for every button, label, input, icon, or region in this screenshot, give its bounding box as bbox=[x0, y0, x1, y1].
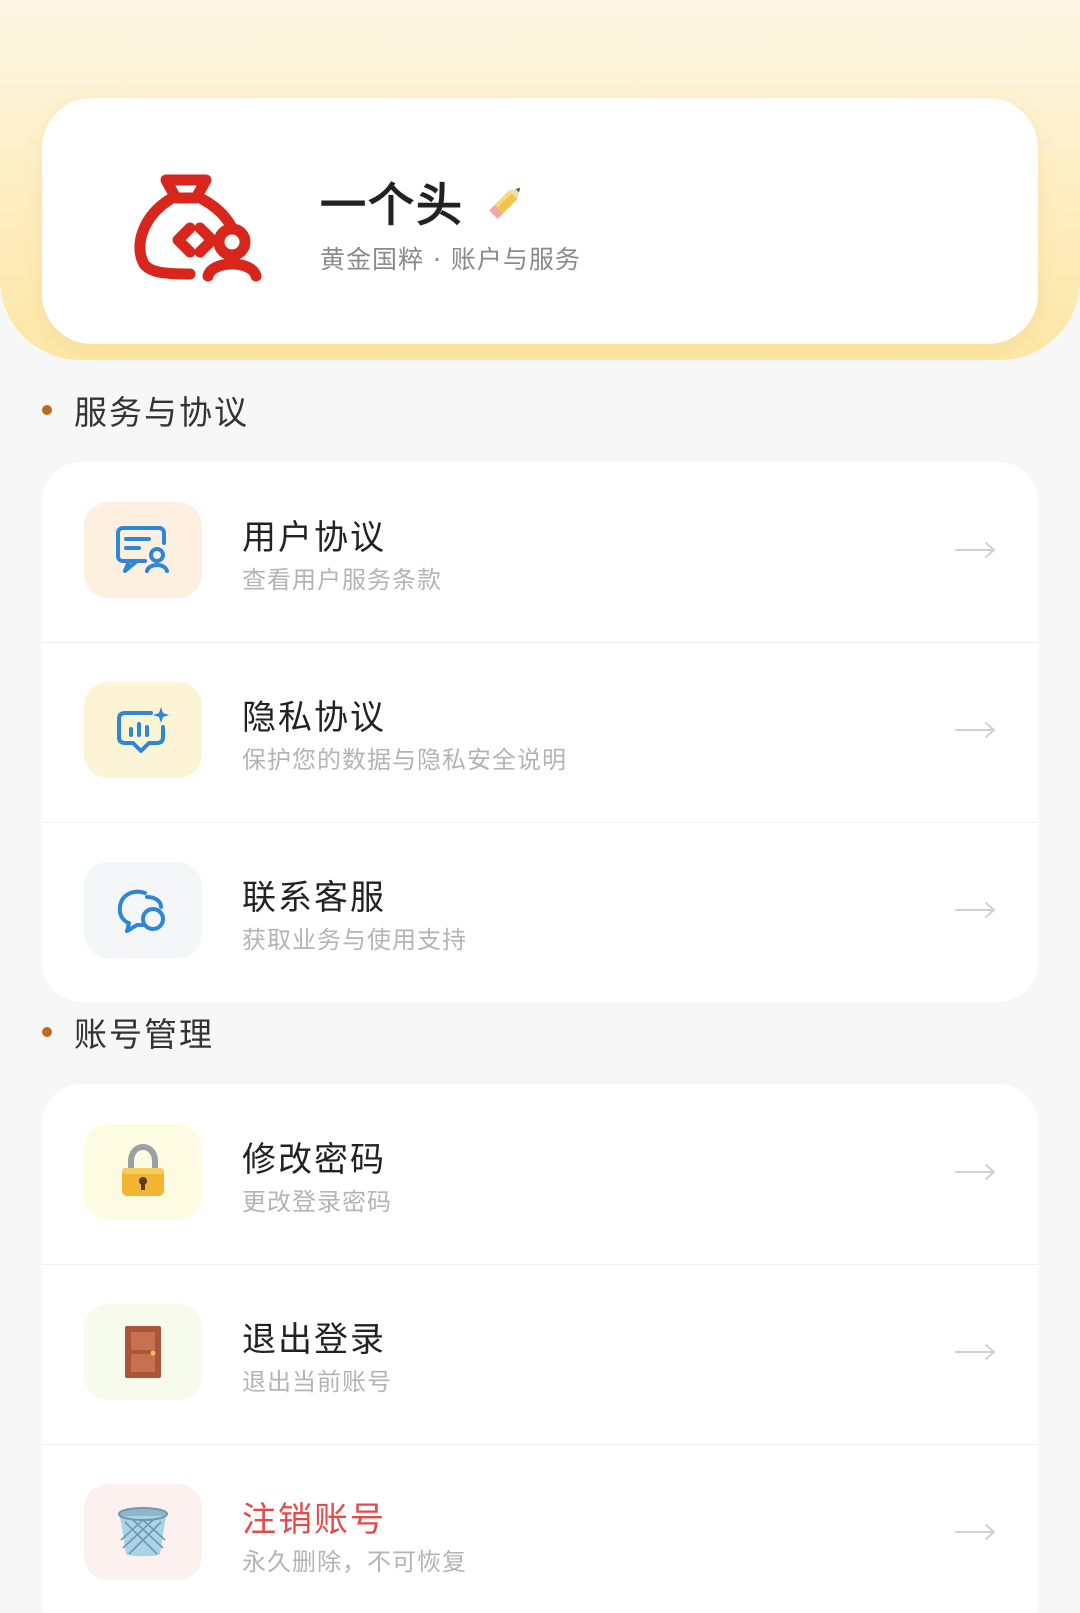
list-item-change-password[interactable]: 修改密码 更改登录密码 bbox=[42, 1084, 1038, 1264]
row-title: 隐私协议 bbox=[242, 698, 386, 738]
row-title: 退出登录 bbox=[242, 1320, 386, 1360]
chat-bubble-icon bbox=[117, 889, 165, 933]
pencil-edit-icon[interactable] bbox=[482, 178, 530, 226]
section-title-text: 账号管理 bbox=[74, 1015, 214, 1054]
row-title: 联系客服 bbox=[242, 878, 386, 918]
section-bullet bbox=[42, 405, 52, 415]
arrow-right-icon bbox=[955, 902, 996, 918]
arrow-right-icon bbox=[955, 1344, 996, 1360]
trash-bin-icon bbox=[118, 1507, 168, 1557]
list-item-privacy[interactable]: 隐私协议 保护您的数据与隐私安全说明 bbox=[42, 642, 1038, 822]
lock-icon bbox=[122, 1144, 164, 1196]
row-subtitle: 保护您的数据与隐私安全说明 bbox=[242, 746, 567, 774]
arrow-right-icon bbox=[955, 542, 996, 558]
icon-container bbox=[84, 502, 202, 598]
list-item-logout[interactable]: 退出登录 退出当前账号 bbox=[42, 1264, 1038, 1444]
arrow-right-icon bbox=[955, 722, 996, 738]
door-icon bbox=[125, 1326, 161, 1378]
row-title: 用户协议 bbox=[242, 518, 386, 558]
service-card: 用户协议 查看用户服务条款 隐私协议 保护您的数据与隐私安全说明 联系客服 获取… bbox=[42, 462, 1038, 1002]
account-card: 修改密码 更改登录密码 退出登录 退出当前账号 注销账号 永久删除，不可恢复 bbox=[42, 1084, 1038, 1613]
row-subtitle: 退出当前账号 bbox=[242, 1368, 392, 1396]
section-bullet bbox=[42, 1027, 52, 1037]
row-subtitle: 获取业务与使用支持 bbox=[242, 926, 467, 954]
list-item-user-agreement[interactable]: 用户协议 查看用户服务条款 bbox=[42, 462, 1038, 642]
icon-container bbox=[84, 862, 202, 958]
row-subtitle: 更改登录密码 bbox=[242, 1188, 392, 1216]
icon-container bbox=[84, 1124, 202, 1220]
section-title-account: 账号管理 bbox=[42, 1008, 214, 1056]
row-subtitle: 查看用户服务条款 bbox=[242, 566, 442, 594]
list-item-customer-service[interactable]: 联系客服 获取业务与使用支持 bbox=[42, 822, 1038, 1002]
section-title-service: 服务与协议 bbox=[42, 386, 249, 434]
row-title: 修改密码 bbox=[242, 1140, 386, 1180]
privacy-chart-icon bbox=[117, 707, 169, 753]
icon-container bbox=[84, 682, 202, 778]
icon-container bbox=[84, 1304, 202, 1400]
user-agreement-icon bbox=[116, 526, 169, 573]
section-title-text: 服务与协议 bbox=[74, 393, 249, 432]
icon-container bbox=[84, 1484, 202, 1580]
row-subtitle: 永久删除，不可恢复 bbox=[242, 1548, 467, 1576]
profile-name: 一个头 bbox=[320, 178, 464, 232]
arrow-right-icon bbox=[955, 1164, 996, 1180]
row-title: 注销账号 bbox=[242, 1500, 386, 1540]
profile-subtitle: 黄金国粹 · 账户与服务 bbox=[320, 245, 581, 274]
list-item-delete-account[interactable]: 注销账号 永久删除，不可恢复 bbox=[42, 1444, 1038, 1613]
money-bag-user-icon bbox=[134, 174, 262, 282]
arrow-right-icon bbox=[955, 1524, 996, 1540]
